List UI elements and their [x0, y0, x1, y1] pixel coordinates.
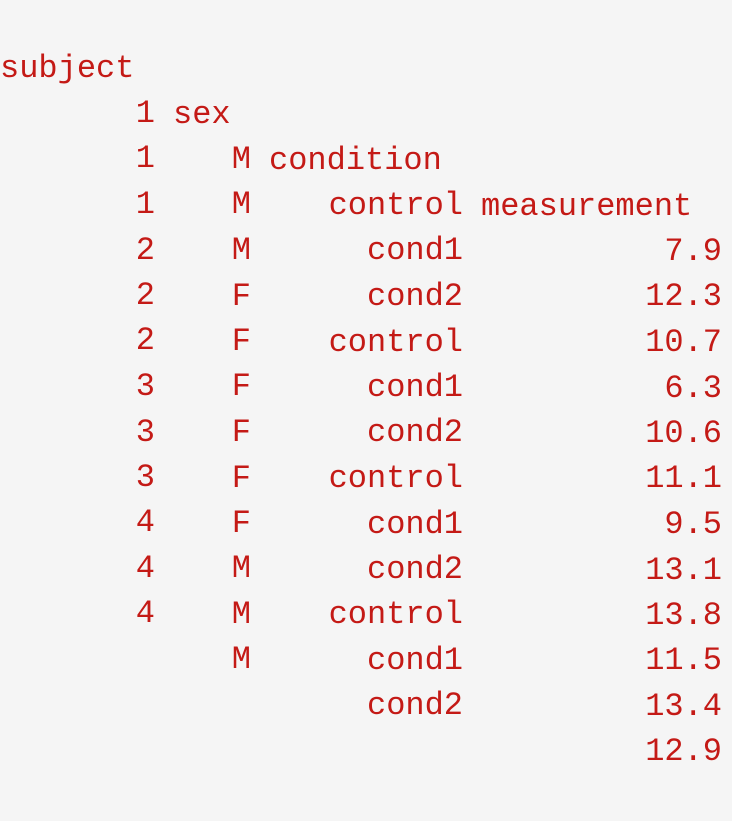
- table-header-row: subject sex condition measurement: [0, 0, 692, 225]
- table-row: 1 M cond1 12.3: [0, 90, 722, 315]
- data-table: subject sex condition measurement 1 M co…: [0, 0, 732, 770]
- cell-condition: cond2: [366, 687, 463, 724]
- table-row: 1 M control 7.9: [0, 45, 722, 270]
- table-row: 4 M cond2 12.9: [0, 545, 722, 770]
- header-condition: condition: [269, 142, 442, 179]
- table-row: 3 F control 9.5: [0, 318, 722, 543]
- table-row: 4 M control 11.5: [0, 454, 722, 679]
- cell-measurement: 12.9: [645, 733, 722, 770]
- header-sex: sex: [173, 96, 231, 133]
- header-measurement: measurement: [481, 188, 693, 225]
- table-row: 3 F cond2 13.8: [0, 409, 722, 634]
- table-row: 3 F cond1 13.1: [0, 364, 722, 589]
- table-row: 1 M cond2 10.7: [0, 136, 722, 361]
- cell-sex: M: [231, 641, 251, 678]
- table-row: 4 M cond1 13.4: [0, 500, 722, 725]
- table-row: 2 F cond1 10.6: [0, 227, 722, 452]
- cell-subject: 4: [135, 595, 155, 632]
- table-row: 2 F control 6.3: [0, 182, 722, 407]
- table-row: 2 F cond2 11.1: [0, 272, 722, 497]
